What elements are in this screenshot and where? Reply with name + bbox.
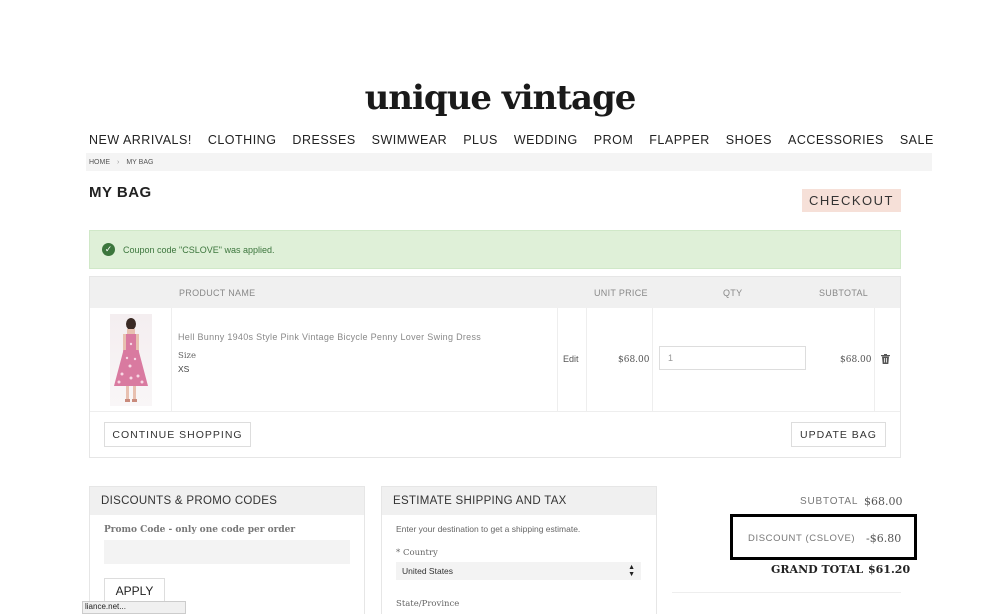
- unit-price: $68.00: [618, 355, 650, 365]
- update-bag-button[interactable]: UPDATE BAG: [791, 422, 886, 447]
- header-qty: QTY: [723, 288, 743, 298]
- promo-code-label: Promo Code - only one code per order: [104, 525, 296, 535]
- totals-subtotal-value: $68.00: [864, 495, 903, 508]
- country-select[interactable]: United States ▲ ▼: [396, 562, 641, 580]
- cart-table: PRODUCT NAME UNIT PRICE QTY SUBTOTAL Hel…: [89, 276, 901, 458]
- size-label: Size: [178, 351, 197, 361]
- edit-item-link[interactable]: Edit: [563, 354, 579, 364]
- nav-dresses[interactable]: DRESSES: [292, 133, 355, 147]
- country-select-value: United States: [402, 566, 454, 576]
- shipping-description: Enter your destination to get a shipping…: [396, 524, 581, 534]
- product-name-link[interactable]: Hell Bunny 1940s Style Pink Vintage Bicy…: [178, 332, 481, 342]
- nav-swimwear[interactable]: SWIMWEAR: [372, 133, 448, 147]
- quantity-input[interactable]: [659, 346, 806, 370]
- browser-status-bar: liance.net...: [82, 601, 186, 614]
- site-logo[interactable]: unique vintage: [0, 78, 1000, 118]
- nav-shoes[interactable]: SHOES: [726, 133, 772, 147]
- cart-header-row: PRODUCT NAME UNIT PRICE QTY SUBTOTAL: [90, 277, 900, 308]
- header-product-name: PRODUCT NAME: [179, 288, 256, 298]
- discounts-panel: DISCOUNTS & PROMO CODES Promo Code - onl…: [89, 486, 365, 614]
- page-title: MY BAG: [89, 184, 152, 201]
- nav-flapper[interactable]: FLAPPER: [649, 133, 709, 147]
- breadcrumb-home[interactable]: HOME: [89, 159, 110, 166]
- size-value: XS: [178, 364, 190, 374]
- totals-divider: [672, 592, 901, 593]
- nav-accessories[interactable]: ACCESSORIES: [788, 133, 884, 147]
- breadcrumb-separator: ›: [117, 158, 120, 166]
- nav-prom[interactable]: PROM: [594, 133, 634, 147]
- discounts-panel-title: DISCOUNTS & PROMO CODES: [90, 487, 364, 515]
- grand-total-value: $61.20: [868, 563, 911, 576]
- product-image[interactable]: [110, 314, 152, 406]
- nav-wedding[interactable]: WEDDING: [514, 133, 578, 147]
- nav-sale[interactable]: SALE: [900, 133, 934, 147]
- continue-shopping-button[interactable]: CONTINUE SHOPPING: [104, 422, 251, 447]
- grand-total-label: GRAND TOTAL: [771, 563, 864, 576]
- success-message: ✓ Coupon code "CSLOVE" was applied.: [89, 230, 901, 269]
- main-nav: NEW ARRIVALS! CLOTHING DRESSES SWIMWEAR …: [89, 133, 950, 147]
- item-subtotal: $68.00: [840, 355, 872, 365]
- promo-code-input[interactable]: [104, 540, 350, 564]
- nav-new-arrivals[interactable]: NEW ARRIVALS!: [89, 133, 192, 147]
- discount-label: DISCOUNT (CSLOVE): [748, 533, 856, 544]
- totals-subtotal-label: SUBTOTAL: [800, 496, 859, 507]
- table-row: Hell Bunny 1940s Style Pink Vintage Bicy…: [90, 308, 900, 412]
- success-message-text: Coupon code "CSLOVE" was applied.: [123, 244, 275, 255]
- nav-clothing[interactable]: CLOTHING: [208, 133, 277, 147]
- nav-plus[interactable]: PLUS: [463, 133, 498, 147]
- state-label: State/Province: [396, 599, 460, 609]
- trash-icon[interactable]: [881, 354, 890, 367]
- shipping-panel: ESTIMATE SHIPPING AND TAX Enter your des…: [381, 486, 657, 614]
- checkout-button[interactable]: CHECKOUT: [802, 189, 901, 212]
- select-arrows-icon: ▲ ▼: [628, 564, 635, 578]
- check-circle-icon: ✓: [102, 243, 115, 256]
- country-label: * Country: [396, 548, 438, 558]
- header-unit-price: UNIT PRICE: [594, 288, 648, 298]
- discount-value: -$6.80: [866, 532, 902, 545]
- breadcrumb: HOME › MY BAG: [86, 153, 932, 171]
- shipping-panel-title: ESTIMATE SHIPPING AND TAX: [382, 487, 656, 515]
- breadcrumb-current: MY BAG: [126, 158, 154, 166]
- header-subtotal: SUBTOTAL: [819, 288, 869, 298]
